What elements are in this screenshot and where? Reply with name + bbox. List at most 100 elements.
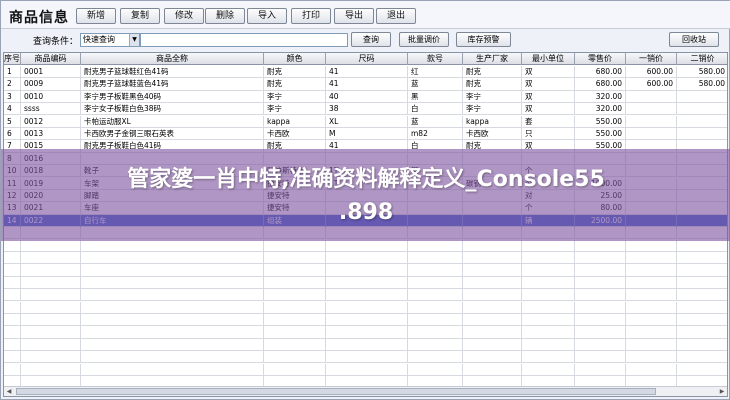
- table-cell[interactable]: 白: [408, 103, 463, 116]
- table-row[interactable]: 3 0010 李宁男子板鞋黑色40码 李宁 40 黑李宁双 320.00: [4, 90, 727, 104]
- table-cell[interactable]: kappa: [463, 115, 522, 128]
- table-cell[interactable]: 双: [522, 78, 575, 91]
- table-cell[interactable]: ssss: [21, 103, 81, 116]
- table-cell[interactable]: 李宁: [463, 103, 522, 116]
- table-cell[interactable]: 红: [408, 66, 463, 78]
- table-cell[interactable]: 600.00: [626, 66, 677, 78]
- table-cell[interactable]: 4: [4, 103, 21, 116]
- table-cell[interactable]: 41: [326, 78, 408, 91]
- table-cell[interactable]: 0012: [21, 115, 81, 128]
- table-cell[interactable]: 0001: [21, 66, 81, 78]
- column-header[interactable]: 商品编码: [21, 53, 81, 65]
- table-cell[interactable]: 38: [326, 103, 408, 116]
- table-cell[interactable]: 680.00: [575, 66, 626, 78]
- import-button[interactable]: 导入: [247, 8, 287, 24]
- table-row[interactable]: 4 ssss 李宁女子板鞋白色38码 李宁 38 白李宁双 320.00: [4, 103, 727, 116]
- table-cell[interactable]: 40: [326, 90, 408, 103]
- table-cell[interactable]: 李宁男子板鞋黑色40码: [81, 90, 264, 103]
- table-cell[interactable]: 2: [4, 78, 21, 91]
- table-cell[interactable]: 蓝: [408, 78, 463, 91]
- table-cell[interactable]: [677, 103, 727, 115]
- table-cell[interactable]: 0010: [21, 90, 81, 103]
- export-button[interactable]: 导出: [334, 8, 374, 24]
- scroll-right-icon[interactable]: ▶: [717, 387, 727, 396]
- query-mode-select[interactable]: 快速查询 ▼: [80, 33, 140, 47]
- table-cell[interactable]: 双: [522, 66, 575, 78]
- table-cell[interactable]: 680.00: [575, 78, 626, 91]
- table-cell[interactable]: 550.00: [575, 115, 626, 128]
- new-button[interactable]: 新增: [76, 8, 116, 24]
- table-cell[interactable]: m82: [408, 128, 463, 140]
- column-header[interactable]: 颜色: [264, 53, 326, 65]
- print-button[interactable]: 打印: [291, 8, 331, 24]
- chevron-down-icon[interactable]: ▼: [129, 34, 139, 46]
- table-cell[interactable]: 320.00: [575, 103, 626, 116]
- table-cell[interactable]: 李宁: [264, 90, 326, 103]
- table-cell[interactable]: 卡西欧男子金钢三眼石英表: [81, 128, 264, 140]
- table-cell[interactable]: 0009: [21, 78, 81, 91]
- table-cell[interactable]: 黑: [408, 90, 463, 103]
- scroll-left-icon[interactable]: ◀: [4, 387, 14, 396]
- table-cell[interactable]: 耐克: [264, 66, 326, 78]
- column-header[interactable]: 序号: [4, 53, 21, 65]
- table-cell[interactable]: [626, 128, 677, 140]
- column-header[interactable]: 零售价: [575, 53, 626, 65]
- table-cell[interactable]: 双: [522, 90, 575, 103]
- column-header[interactable]: 生产厂家: [463, 53, 522, 65]
- table-cell[interactable]: M: [326, 128, 408, 140]
- column-header[interactable]: 款号: [408, 53, 463, 65]
- table-cell[interactable]: [677, 128, 727, 140]
- table-cell[interactable]: 耐克: [463, 78, 522, 91]
- table-cell[interactable]: 600.00: [626, 78, 677, 91]
- table-row[interactable]: 2 0009 耐克男子篮球鞋蓝色41码 耐克 41 蓝耐克双 680.00 600.00 580…: [4, 78, 727, 91]
- table-row[interactable]: 1 0001 耐克男子篮球鞋红色41码 耐克 41 红耐克双 680.00 600.00 580…: [4, 66, 727, 79]
- table-cell[interactable]: 耐克男子篮球鞋蓝色41码: [81, 78, 264, 91]
- table-cell[interactable]: 卡西欧: [264, 128, 326, 140]
- table-cell[interactable]: 550.00: [575, 128, 626, 140]
- table-cell[interactable]: 耐克男子篮球鞋红色41码: [81, 66, 264, 78]
- table-row[interactable]: 6 0013 卡西欧男子金钢三眼石英表 卡西欧 Mm82 卡西欧只 550.00: [4, 128, 727, 141]
- table-cell[interactable]: 卡西欧: [463, 128, 522, 140]
- delete-button[interactable]: 删除: [205, 8, 245, 24]
- table-cell[interactable]: 6: [4, 128, 21, 140]
- table-cell[interactable]: [677, 91, 727, 103]
- table-cell[interactable]: 耐克: [264, 78, 326, 91]
- query-input[interactable]: [140, 33, 348, 47]
- table-cell[interactable]: 套: [522, 115, 575, 128]
- table-cell[interactable]: 3: [4, 90, 21, 103]
- copy-button[interactable]: 复制: [120, 8, 160, 24]
- column-header[interactable]: 尺码: [326, 53, 408, 65]
- batch-price-button[interactable]: 批量调价: [399, 32, 449, 47]
- table-cell[interactable]: 卡帕运动服XL: [81, 115, 264, 128]
- column-header[interactable]: 商品全称: [81, 53, 264, 65]
- stock-warning-button[interactable]: 库存预警: [456, 32, 511, 47]
- table-cell[interactable]: [626, 90, 677, 103]
- table-cell[interactable]: kappa: [264, 115, 326, 128]
- table-row[interactable]: 5 0012 卡帕运动服XL kappa XL 蓝 kappa 套 550.00: [4, 115, 727, 128]
- table-cell[interactable]: 0013: [21, 128, 81, 140]
- table-cell[interactable]: [677, 116, 727, 128]
- column-header[interactable]: 二销价: [677, 53, 727, 65]
- column-header[interactable]: 最小单位: [522, 53, 575, 65]
- recycle-bin-button[interactable]: 回收站: [669, 32, 719, 47]
- exit-button[interactable]: 退出: [376, 8, 416, 24]
- table-cell[interactable]: 只: [522, 128, 575, 140]
- table-cell[interactable]: XL: [326, 115, 408, 128]
- table-cell[interactable]: 李宁: [463, 90, 522, 103]
- table-cell[interactable]: 41: [326, 66, 408, 78]
- table-cell[interactable]: 580.00: [677, 78, 727, 90]
- table-cell[interactable]: 580.00: [677, 66, 727, 78]
- table-cell[interactable]: 耐克: [463, 66, 522, 78]
- table-cell[interactable]: 李宁女子板鞋白色38码: [81, 103, 264, 116]
- table-cell[interactable]: 5: [4, 115, 21, 128]
- table-cell[interactable]: [626, 115, 677, 128]
- table-cell[interactable]: 1: [4, 66, 21, 78]
- table-cell[interactable]: 双: [522, 103, 575, 116]
- column-header[interactable]: 一销价: [626, 53, 677, 65]
- table-cell[interactable]: [626, 103, 677, 116]
- horizontal-scrollbar[interactable]: ◀ ▶: [4, 386, 727, 396]
- table-cell[interactable]: 320.00: [575, 90, 626, 103]
- edit-button[interactable]: 修改: [164, 8, 204, 24]
- scrollbar-thumb[interactable]: [16, 388, 656, 395]
- table-cell[interactable]: 蓝: [408, 115, 463, 128]
